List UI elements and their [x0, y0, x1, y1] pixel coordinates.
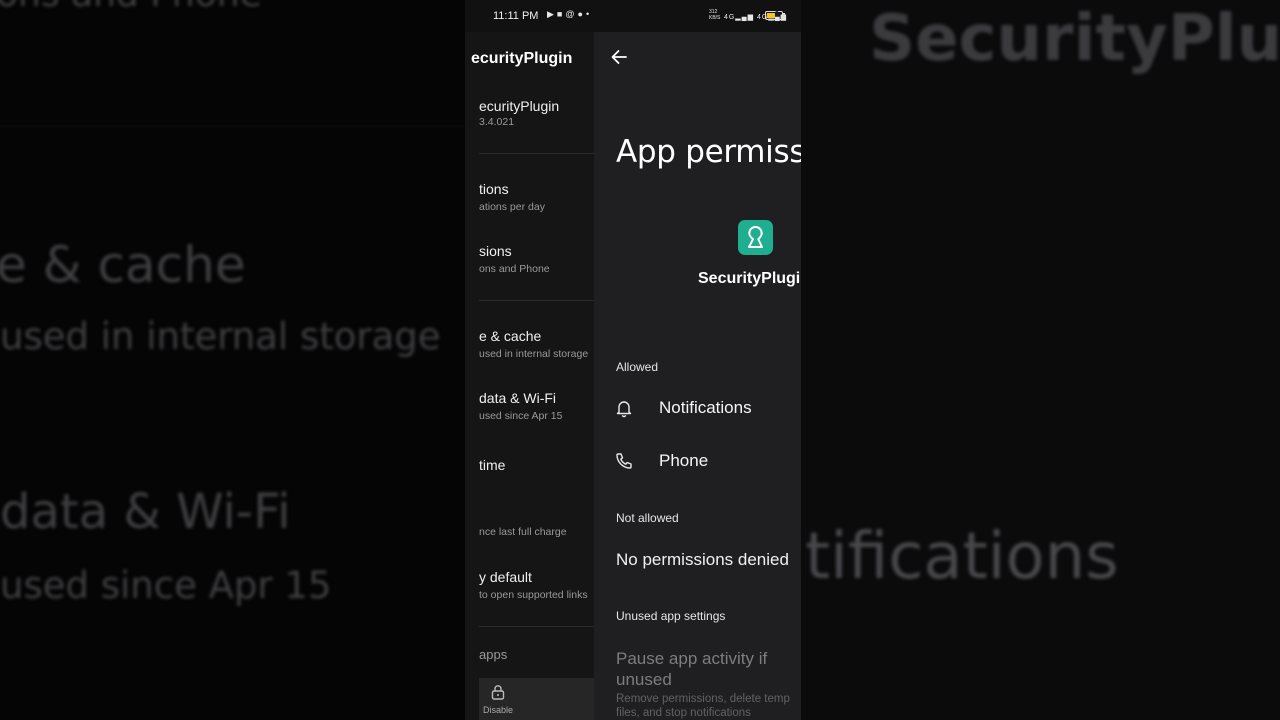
app-name: SecurityPlugi — [698, 270, 801, 287]
list-item-sub: nce last full charge — [479, 526, 567, 538]
permission-row-notifications[interactable]: Notifications — [594, 384, 801, 432]
divider — [479, 626, 594, 627]
app-info-title: ecurityPlugin — [471, 50, 573, 67]
bell-icon — [616, 401, 632, 418]
list-item-title: apps — [479, 647, 508, 662]
youtube-icon: ▶ — [547, 9, 557, 19]
app-icon — [738, 220, 773, 255]
battery-icon: 3 — [765, 11, 783, 20]
disable-button[interactable]: Disable — [479, 678, 594, 720]
blurred-background-left: ons and Phone e & cache used in internal… — [0, 0, 465, 720]
bg-text-line: tifications — [805, 520, 1119, 594]
app-info-app-name: ecurityPlugin — [479, 98, 560, 114]
bg-text-line: e & cache — [0, 236, 246, 294]
phone-icon — [616, 453, 632, 469]
app-info-version: 3.4.021 — [479, 116, 515, 128]
bg-text-line: data & Wi-Fi — [0, 484, 291, 540]
list-item-title: e & cache — [479, 328, 542, 344]
chat-icon: ● — [577, 9, 586, 19]
section-unused-app-settings: Unused app settings — [616, 609, 726, 623]
threads-icon: @ — [565, 9, 578, 19]
status-time: 11:11 PM — [493, 10, 539, 22]
bg-text-line: used since Apr 15 — [0, 564, 332, 607]
bg-text-line: ons and Phone — [0, 0, 262, 15]
signal-icon: 4G▂▄▆ — [723, 14, 755, 21]
lock-icon — [491, 685, 505, 700]
battery-level — [767, 13, 775, 18]
status-bar: 11:11 PM ▶■@●• 312 KB/S 4G▂▄▆ 4G▂▄▆ 3 — [465, 0, 801, 32]
bg-text-line: SecurityPlugi — [869, 2, 1280, 76]
bg-divider — [0, 126, 465, 127]
data-speed: 312 KB/S — [709, 9, 721, 21]
blurred-background-right: SecurityPlugi tifications — [801, 0, 1280, 720]
app-permissions-page: App permissi SecurityPlugi Allowed Notif… — [594, 32, 801, 720]
pause-app-activity-title: Pause app activity if unused — [616, 649, 768, 689]
list-item-title: sions — [479, 243, 512, 259]
section-allowed: Allowed — [616, 360, 659, 374]
list-item-sub: ations per day — [479, 201, 545, 213]
phone-screen: 11:11 PM ▶■@●• 312 KB/S 4G▂▄▆ 4G▂▄▆ 3 ec… — [465, 0, 801, 720]
list-item-title: tions — [479, 181, 509, 197]
permission-label: Phone — [659, 451, 709, 470]
divider — [479, 153, 594, 154]
list-item-title: y default — [479, 569, 532, 585]
battery-text: 3 — [775, 11, 779, 18]
battery-cap — [783, 13, 785, 18]
permission-row-phone[interactable]: Phone — [594, 437, 801, 485]
bg-text-line: used in internal storage — [0, 315, 441, 358]
notification-icons: ▶■@●• — [547, 9, 592, 20]
list-item-sub: ons and Phone — [479, 263, 550, 275]
no-permissions-denied-text: No permissions denied — [616, 550, 789, 569]
list-item-sub: used since Apr 15 — [479, 410, 563, 422]
back-arrow-icon[interactable] — [608, 46, 630, 68]
section-not-allowed: Not allowed — [616, 511, 679, 525]
divider — [479, 300, 594, 301]
list-item-sub: to open supported links — [479, 589, 588, 601]
disable-label: Disable — [483, 705, 514, 715]
permission-label: Notifications — [659, 398, 752, 417]
list-item-title: time — [479, 457, 506, 473]
list-item-title: data & Wi-Fi — [479, 390, 557, 406]
app-info-page: ecurityPlugin ecurityPlugin 3.4.021 tion… — [465, 32, 594, 720]
keyhole-icon — [748, 226, 763, 248]
page-title: App permissi — [616, 134, 801, 170]
pause-app-activity-description: Remove permissions, delete temp files, a… — [616, 693, 790, 719]
list-item-sub: used in internal storage — [479, 348, 589, 360]
dot-icon: • — [585, 9, 593, 19]
